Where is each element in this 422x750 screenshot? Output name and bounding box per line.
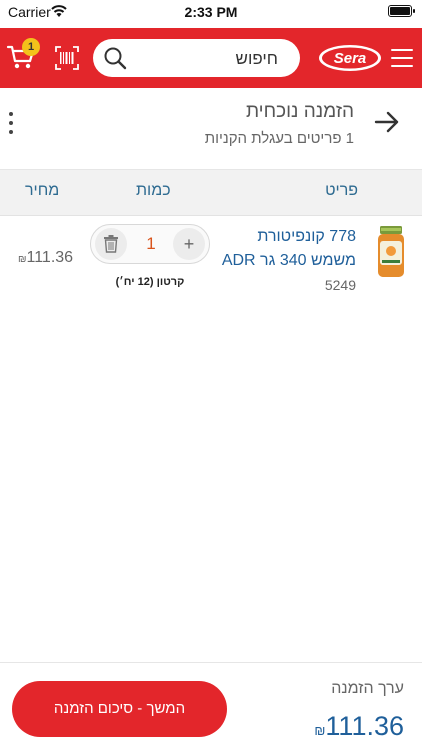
app-header: 1 חיפוש Sera bbox=[0, 28, 422, 88]
svg-text:Sera: Sera bbox=[334, 50, 367, 67]
product-name[interactable]: 778 קונפיטורת משמש 340 גר ADR bbox=[216, 225, 356, 273]
delete-item-button[interactable] bbox=[95, 228, 127, 260]
order-total-label: ערך הזמנה bbox=[331, 680, 404, 697]
continue-order-summary-button[interactable]: המשך - סיכום הזמנה bbox=[12, 681, 227, 737]
sera-logo: Sera bbox=[319, 45, 381, 71]
increment-button[interactable]: + bbox=[173, 228, 205, 260]
menu-icon[interactable] bbox=[391, 49, 413, 67]
product-price: ₪111.36 bbox=[18, 249, 73, 267]
currency-symbol: ₪ bbox=[18, 254, 27, 265]
current-order-bar: הזמנה נוכחית 1 פריטים בעגלת הקניות bbox=[0, 88, 422, 170]
table-row[interactable]: 778 קונפיטורת משמש 340 גר ADR 5249 1 + ק… bbox=[0, 216, 422, 308]
price-value: 111.36 bbox=[26, 249, 74, 266]
product-image bbox=[378, 226, 404, 277]
arrow-right-icon[interactable] bbox=[373, 108, 401, 136]
order-footer: המשך - סיכום הזמנה ערך הזמנה ₪111.36 bbox=[0, 662, 422, 750]
column-header-quantity: כמות bbox=[136, 182, 171, 199]
trash-icon bbox=[104, 235, 118, 253]
order-item-count: 1 פריטים בעגלת הקניות bbox=[204, 130, 354, 147]
product-code: 5249 bbox=[324, 277, 356, 293]
table-header: פריט כמות מחיר bbox=[0, 170, 422, 216]
pack-size-label: קרטון (12 יח׳) bbox=[115, 276, 185, 288]
more-options-icon[interactable] bbox=[8, 112, 14, 138]
column-header-price: מחיר bbox=[25, 182, 60, 199]
search-input[interactable]: חיפוש bbox=[93, 39, 300, 77]
total-amount: 111.36 bbox=[325, 711, 404, 741]
barcode-scan-icon[interactable] bbox=[55, 46, 79, 70]
status-bar: Carrier 2:33 PM bbox=[0, 0, 422, 28]
clock: 2:33 PM bbox=[184, 4, 238, 20]
column-header-item: פריט bbox=[325, 182, 358, 199]
currency-symbol: ₪ bbox=[314, 723, 326, 738]
quantity-value[interactable]: 1 bbox=[131, 234, 171, 254]
cart-count-badge: 1 bbox=[22, 38, 40, 56]
search-placeholder: חיפוש bbox=[235, 49, 278, 68]
order-total-value: ₪111.36 bbox=[314, 711, 404, 742]
battery-icon bbox=[388, 5, 415, 17]
search-icon bbox=[104, 47, 127, 70]
order-title: הזמנה נוכחית bbox=[245, 101, 354, 122]
quantity-stepper: 1 + bbox=[90, 224, 210, 264]
